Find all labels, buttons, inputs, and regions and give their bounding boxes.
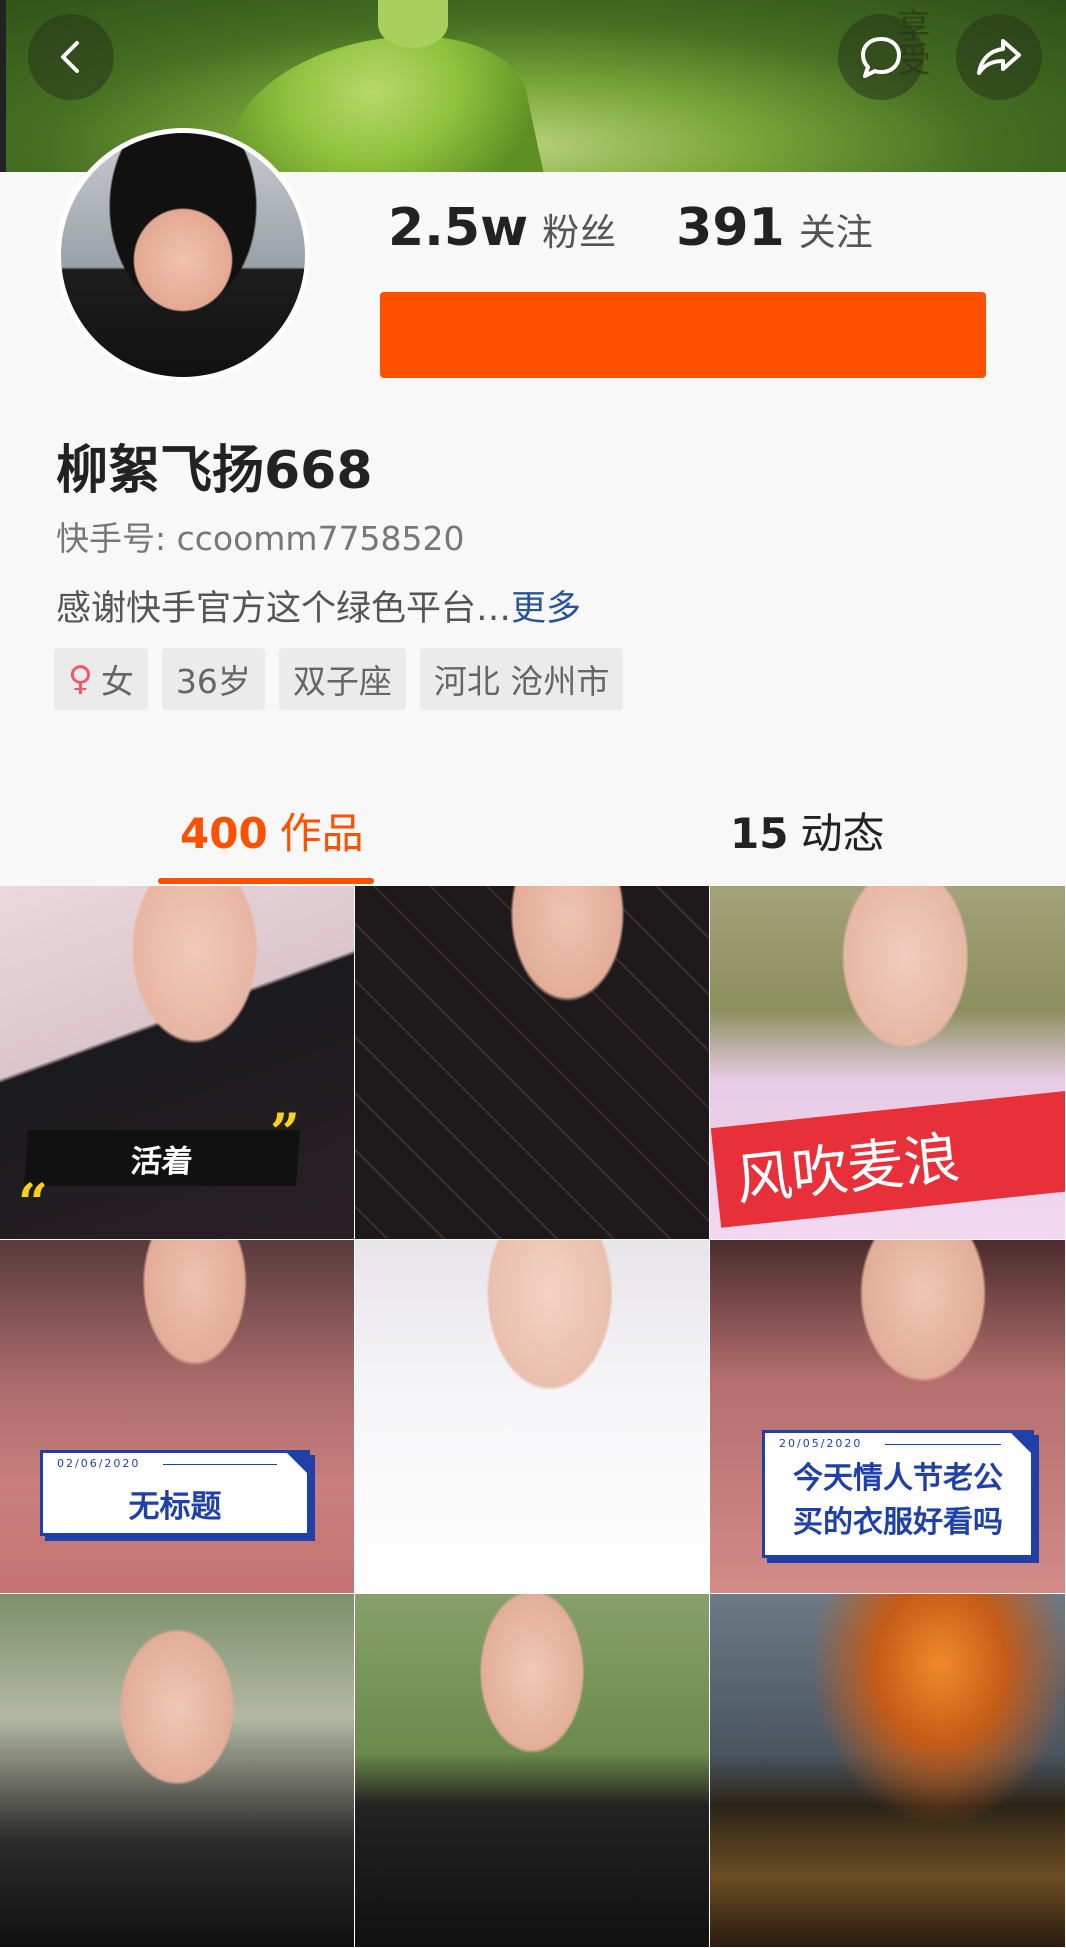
tab-moments-label: 动态	[800, 809, 885, 858]
tab-moments[interactable]: 15 动态	[730, 800, 884, 861]
bio-text: 感谢快手官方这个绿色平台…	[56, 589, 512, 629]
banner-edge	[0, 0, 6, 172]
work-thumbnail-4[interactable]: 02/06/2020 无标题	[0, 1240, 355, 1594]
profile-name: 柳絮飞扬668	[56, 441, 373, 501]
card-rule	[163, 1464, 277, 1465]
works-grid: 活着 ” “ 风吹麦浪 02/06/2020 无标题 20/05/2020 今天…	[0, 886, 1066, 1948]
quote-mark-icon: ”	[270, 1103, 300, 1164]
work-card-6-line1: 今天情人节老公	[793, 1461, 1003, 1496]
following-count[interactable]: 391	[676, 198, 785, 258]
work-thumbnail-1[interactable]: 活着 ” “	[0, 886, 355, 1240]
work-thumbnail-9[interactable]	[710, 1594, 1066, 1948]
banner-drop	[378, 0, 448, 48]
fans-label[interactable]: 粉丝	[542, 202, 616, 256]
profile-tags: ♀ 女 36岁 双子座 河北 沧州市	[54, 648, 624, 710]
work-thumbnail-7[interactable]	[0, 1594, 355, 1948]
message-button[interactable]	[838, 14, 924, 100]
tab-works[interactable]: 400 作品	[180, 800, 364, 861]
share-button[interactable]	[956, 14, 1042, 100]
profile-stats: 2.5w 粉丝 391 关注	[388, 198, 873, 268]
banner-leaf	[215, 10, 545, 172]
work-card-6: 20/05/2020 今天情人节老公 买的衣服好看吗	[762, 1430, 1034, 1558]
female-icon: ♀	[68, 659, 93, 699]
tab-works-label: 作品	[279, 809, 364, 858]
work-thumbnail-2[interactable]	[355, 886, 710, 1240]
active-tab-indicator	[158, 878, 374, 884]
work-card-4-text: 无标题	[128, 1489, 222, 1525]
tag-gender-label: 女	[100, 662, 134, 701]
profile-bio: 感谢快手官方这个绿色平台…更多	[56, 580, 581, 631]
card-rule	[885, 1444, 1001, 1445]
fans-count[interactable]: 2.5w	[388, 198, 528, 258]
work-thumbnail-3[interactable]: 风吹麦浪	[710, 886, 1066, 1240]
content-tabs: 400 作品 15 动态	[0, 770, 1066, 886]
work-card-4-date: 02/06/2020	[57, 1457, 141, 1470]
work-card-4: 02/06/2020 无标题	[40, 1450, 310, 1536]
tab-works-count: 400	[180, 809, 268, 858]
quote-mark-icon: “	[18, 1173, 48, 1234]
avatar-image	[61, 133, 305, 377]
work-thumbnail-5[interactable]	[355, 1240, 710, 1594]
back-button[interactable]	[28, 14, 114, 100]
chat-bubble-icon	[861, 37, 901, 78]
bio-more-link[interactable]: 更多	[511, 589, 581, 629]
work-thumbnail-8[interactable]	[355, 1594, 710, 1948]
work-caption-1: 活着	[24, 1130, 300, 1186]
chevron-left-icon	[61, 41, 79, 73]
tab-moments-count: 15	[730, 809, 789, 858]
kuaishou-id: 快手号: ccoomm7758520	[56, 519, 465, 558]
work-caption-3: 风吹麦浪	[710, 1088, 1065, 1228]
tag-zodiac: 双子座	[278, 648, 406, 710]
tag-age: 36岁	[161, 648, 265, 710]
follow-button[interactable]	[380, 292, 986, 378]
tag-gender: ♀ 女	[54, 648, 148, 710]
tag-location: 河北 沧州市	[419, 648, 624, 710]
avatar[interactable]	[56, 128, 310, 382]
work-card-6-line2: 买的衣服好看吗	[793, 1505, 1003, 1540]
work-card-6-text: 今天情人节老公 买的衣服好看吗	[765, 1457, 1031, 1545]
work-thumbnail-6[interactable]: 20/05/2020 今天情人节老公 买的衣服好看吗	[710, 1240, 1066, 1594]
work-card-6-date: 20/05/2020	[779, 1437, 863, 1450]
share-arrow-icon	[977, 39, 1021, 75]
following-label[interactable]: 关注	[799, 202, 873, 256]
card-fold	[1008, 1430, 1034, 1456]
card-fold	[284, 1450, 310, 1476]
